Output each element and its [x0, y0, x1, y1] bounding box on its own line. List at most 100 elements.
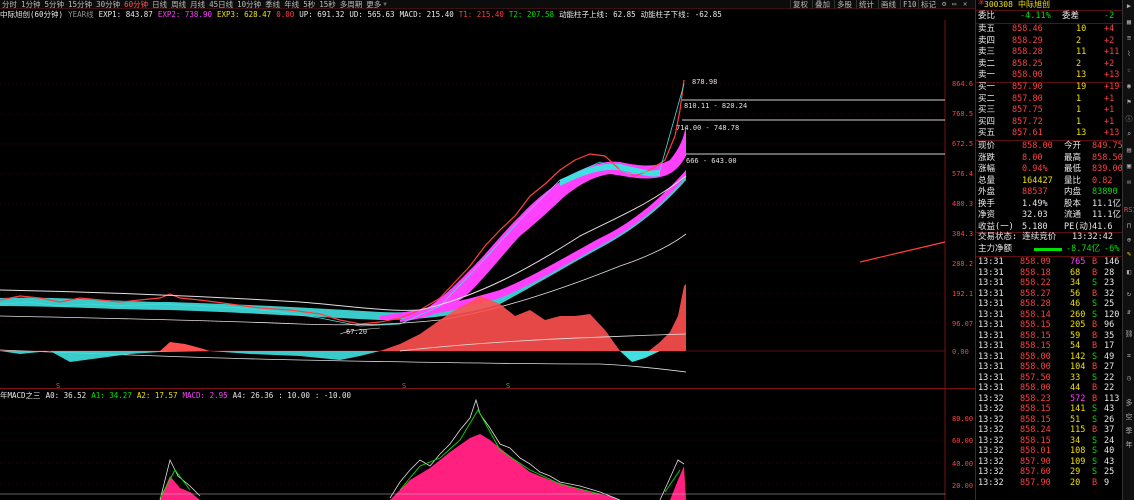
info-icon[interactable]: ⓘ: [1124, 114, 1134, 124]
tick-t: 13:31: [978, 351, 1004, 362]
layers-icon[interactable]: ◧: [1124, 268, 1134, 276]
indicator-name[interactable]: YEAR线: [68, 9, 94, 20]
restore-icon[interactable]: ▭: [952, 0, 956, 9]
bids-level-row[interactable]: 买五 857.61 13 +13: [976, 128, 1123, 140]
bids-level-row[interactable]: 买三 857.75 1 +1: [976, 105, 1123, 117]
flag-icon[interactable]: ⚑: [1124, 98, 1134, 106]
period-tab[interactable]: 5分钟: [43, 0, 67, 8]
tick-n: 9: [1104, 477, 1110, 488]
bell-icon[interactable]: ◉: [1124, 82, 1134, 90]
asks-level-row[interactable]: 卖二 858.25 2 +2: [976, 59, 1123, 71]
kline-chart[interactable]: 864.6 768.5 672.5 576.4 480.3 384.3 288.…: [0, 20, 975, 500]
lower-ribbon: [0, 170, 686, 320]
list-icon[interactable]: ≡: [1124, 34, 1134, 42]
settings-icon[interactable]: ⚙: [942, 0, 946, 9]
period-tab[interactable]: 多周期: [338, 0, 365, 8]
period-tab[interactable]: 更多: [364, 0, 383, 8]
mark-button[interactable]: 标记: [918, 0, 938, 9]
tick-row: 13:31 858.15 205 B 96: [976, 320, 1123, 331]
period-tab[interactable]: 月线: [188, 0, 207, 8]
period-tab[interactable]: 15分钟: [66, 0, 94, 8]
quote-row: 现价 858.00 今开 849.75: [976, 141, 1123, 153]
overlay-button[interactable]: 叠加: [812, 0, 832, 9]
grid-icon[interactable]: ▦: [1124, 18, 1134, 26]
refresh-icon[interactable]: ↻: [1124, 290, 1134, 298]
asks-vol: 10: [1076, 24, 1087, 34]
quote-l2: 最低: [1064, 164, 1082, 174]
period-tab[interactable]: 日线: [150, 0, 169, 8]
period-tab[interactable]: 30分钟: [94, 0, 122, 8]
stock-header: 深 300308 中际旭创: [976, 0, 1123, 10]
stats-button[interactable]: 统计: [856, 0, 876, 9]
tick-p: 858.28: [1020, 299, 1051, 309]
rsi-icon[interactable]: RSI: [1124, 206, 1134, 214]
bids-level-row[interactable]: 买四 857.72 1 +1: [976, 117, 1123, 129]
quote-v1: 32.03: [1022, 210, 1048, 220]
news-icon[interactable]: ✉: [1124, 178, 1134, 186]
f10-button[interactable]: F10: [900, 0, 919, 9]
fuquan-button[interactable]: 复权: [790, 0, 810, 9]
toolbar-label-2[interactable]: 空: [1124, 412, 1134, 422]
tick-d: S: [1092, 414, 1098, 425]
calc-icon[interactable]: ▣: [1124, 162, 1134, 170]
sub-indicator-name[interactable]: 年MACD之三: [0, 390, 41, 401]
search-icon[interactable]: ⌕: [1124, 130, 1134, 138]
clock-icon[interactable]: ◷: [1124, 374, 1134, 382]
asks-level-row[interactable]: 卖五 858.46 10 +4: [976, 24, 1123, 36]
book-icon[interactable]: ▤: [1124, 146, 1134, 154]
target-icon[interactable]: ⊕: [1124, 236, 1134, 244]
toolbar-label-1[interactable]: 多: [1124, 398, 1134, 408]
lower-bar-value: 动能柱子下线: -62.85: [640, 10, 722, 19]
multi-stock-button[interactable]: 多股: [834, 0, 854, 9]
toolbar-label-4[interactable]: 年: [1124, 440, 1134, 450]
period-tab[interactable]: 10分钟: [235, 0, 263, 8]
arrow-icon[interactable]: ⇵: [1124, 308, 1134, 316]
tick-d: S: [1092, 278, 1098, 288]
period-tab[interactable]: 1分钟: [19, 0, 43, 8]
tick-d: S: [1092, 456, 1098, 467]
magnet-icon[interactable]: ⊓: [1124, 222, 1134, 230]
pen-icon[interactable]: ✎: [1124, 250, 1134, 258]
quote-l2: 最高: [1064, 152, 1082, 163]
tick-v: 44: [1070, 383, 1081, 393]
tick-v: 29: [1070, 467, 1081, 477]
asks-label: 卖一: [978, 70, 996, 80]
collapse-icon[interactable]: ▶: [1124, 2, 1134, 10]
tick-p: 857.60: [1020, 467, 1051, 477]
draw-button[interactable]: 画线: [878, 0, 898, 9]
tick-v: 34: [1070, 435, 1081, 446]
bids-chg: +19: [1104, 82, 1120, 92]
tick-row: 13:31 858.18 68 B 28: [976, 268, 1123, 279]
bids-level-row[interactable]: 买一 857.90 19 +19: [976, 82, 1123, 94]
period-tab[interactable]: 15秒: [317, 0, 338, 8]
sub-macd-value: MACD: 2.95: [182, 391, 228, 400]
quote-l2: 流通: [1064, 210, 1082, 220]
close-icon[interactable]: ✕: [963, 0, 967, 9]
high-label: 878.98: [692, 78, 717, 86]
bids-level-row[interactable]: 买二 857.80 1 +1: [976, 94, 1123, 106]
tick-row: 13:31 858.15 54 B 17: [976, 341, 1123, 352]
asks-level-row[interactable]: 卖四 858.29 2 +2: [976, 36, 1123, 48]
period-tab[interactable]: 分时: [0, 0, 19, 8]
period-tab[interactable]: 年线: [282, 0, 301, 8]
asks-price: 858.28: [1012, 47, 1043, 57]
asks-level-row[interactable]: 卖三 858.28 11 +11: [976, 47, 1123, 59]
chevron-down-icon[interactable]: ▼: [383, 1, 387, 8]
tick-n: 26: [1104, 414, 1115, 425]
chart-icon[interactable]: ⌇: [1124, 50, 1134, 58]
tick-p: 857.50: [1020, 372, 1051, 383]
quote-l1: 现价: [978, 141, 996, 151]
tick-n: 22: [1104, 383, 1115, 393]
chart-title: 中际旭创(60分钟): [0, 10, 64, 19]
period-tab[interactable]: 季线: [263, 0, 282, 8]
asks-level-row[interactable]: 卖一 858.00 13 +13: [976, 70, 1123, 82]
star-icon[interactable]: ☆: [1124, 66, 1134, 74]
fund-flow-row[interactable]: 主力净额 -8.74亿 -6%: [976, 244, 1123, 256]
period-tab[interactable]: 周线: [169, 0, 188, 8]
tag-icon[interactable]: ⌗: [1124, 352, 1134, 361]
period-tab[interactable]: 5秒: [301, 0, 317, 8]
toolbar-label-3[interactable]: 季: [1124, 426, 1134, 436]
period-tab[interactable]: 45日线: [207, 0, 235, 8]
period-tab[interactable]: 60分钟: [122, 0, 150, 8]
link-icon[interactable]: ⛓: [1124, 330, 1134, 338]
